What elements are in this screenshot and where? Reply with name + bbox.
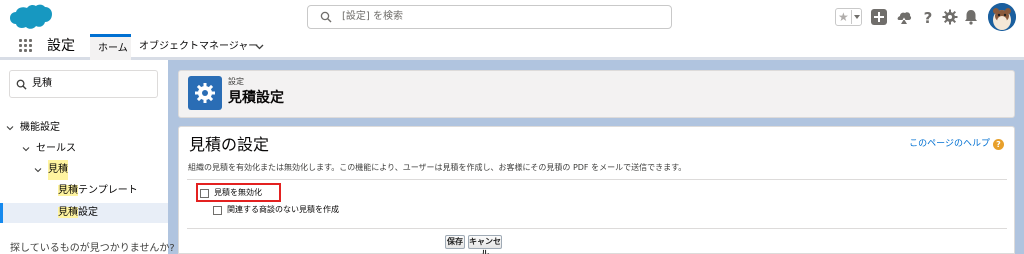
user-avatar[interactable]	[988, 3, 1016, 31]
help-for-this-page-link[interactable]: このページのヘルプ?	[909, 139, 1004, 150]
tree-item-label: 見積テンプレート	[58, 185, 138, 196]
global-search-input[interactable]: [設定] を検索	[307, 5, 672, 29]
tree-item-label: セールス	[36, 143, 76, 154]
search-placeholder: [設定] を検索	[342, 11, 403, 22]
global-actions-icon[interactable]	[870, 8, 888, 26]
tree-item-label: 機能設定	[20, 122, 60, 133]
svg-text:?: ?	[924, 9, 933, 26]
divider	[187, 179, 1007, 180]
quick-find-value: 見積	[32, 78, 52, 89]
tab-object-manager-label: オブジェクトマネージャー	[139, 41, 259, 52]
app-name: 設定	[47, 38, 75, 54]
quick-find-input[interactable]: 見積	[9, 70, 158, 98]
sidebar-help-text: 探しているものが見つかりませんか?	[10, 243, 175, 254]
astro-avatar-icon	[988, 3, 1016, 31]
tree-item-feature-settings[interactable]: 機能設定	[0, 118, 168, 138]
tree-item-quote-settings[interactable]: 見積設定	[0, 203, 168, 223]
salesforce-logo[interactable]	[8, 4, 54, 30]
chevron-down-icon[interactable]	[6, 124, 14, 132]
notification-bell-icon[interactable]	[962, 8, 980, 26]
help-question-icon: ?	[993, 139, 1004, 150]
tree-item-label: 見積	[48, 160, 68, 180]
setup-sidebar: 見積 機能設定 セールス 見積 見積テンプレート 見積設定 探しているものが見つ…	[0, 60, 175, 254]
breadcrumb[interactable]: 設定	[228, 77, 244, 87]
app-launcher-icon[interactable]	[19, 39, 33, 53]
tree-item-sales[interactable]: セールス	[0, 139, 168, 159]
help-icon[interactable]: ?	[919, 8, 937, 26]
disable-quotes-checkbox[interactable]	[200, 189, 209, 198]
chevron-down-icon[interactable]	[255, 42, 264, 51]
chevron-down-icon[interactable]	[22, 145, 30, 153]
search-icon	[320, 11, 332, 23]
quote-settings-panel: 見積の設定 このページのヘルプ? 組織の見積を有効化または無効化します。この機能…	[178, 126, 1015, 254]
tree-item-label: 見積設定	[58, 207, 98, 218]
page-title: 見積設定	[228, 90, 284, 106]
tree-item-quotes[interactable]: 見積	[0, 160, 168, 180]
page-header: 設定 見積設定	[178, 70, 1015, 118]
tab-home[interactable]: ホーム	[90, 34, 131, 60]
chevron-down-icon[interactable]	[34, 166, 42, 174]
search-icon	[16, 79, 27, 90]
favorites-button[interactable]: ★	[835, 8, 862, 26]
star-icon: ★	[838, 10, 849, 24]
disable-quotes-label: 見積を無効化	[214, 188, 262, 197]
trailhead-icon[interactable]	[895, 8, 913, 26]
create-quote-without-opportunity-checkbox[interactable]	[213, 206, 222, 215]
favorites-dropdown-icon[interactable]	[851, 10, 861, 24]
tab-home-label: ホーム	[98, 43, 128, 54]
create-quote-without-opportunity-label: 関連する商談のない見積を作成	[227, 205, 339, 214]
tree-item-quote-templates[interactable]: 見積テンプレート	[0, 181, 168, 201]
section-description: 組織の見積を有効化または無効化します。この機能により、ユーザーは見積を作成し、お…	[188, 163, 687, 172]
section-title: 見積の設定	[189, 135, 270, 154]
global-header: [設定] を検索 ★ ?	[0, 0, 1024, 34]
divider	[187, 228, 1007, 229]
cancel-button[interactable]: キャンセル	[468, 235, 502, 254]
settings-form: 見積を無効化 関連する商談のない見積を作成	[187, 181, 1007, 227]
context-bar: 設定 ホーム オブジェクトマネージャー	[0, 34, 1024, 60]
setup-gear-icon	[188, 76, 222, 110]
save-button[interactable]: 保存	[445, 235, 465, 249]
gear-icon[interactable]	[941, 8, 959, 26]
